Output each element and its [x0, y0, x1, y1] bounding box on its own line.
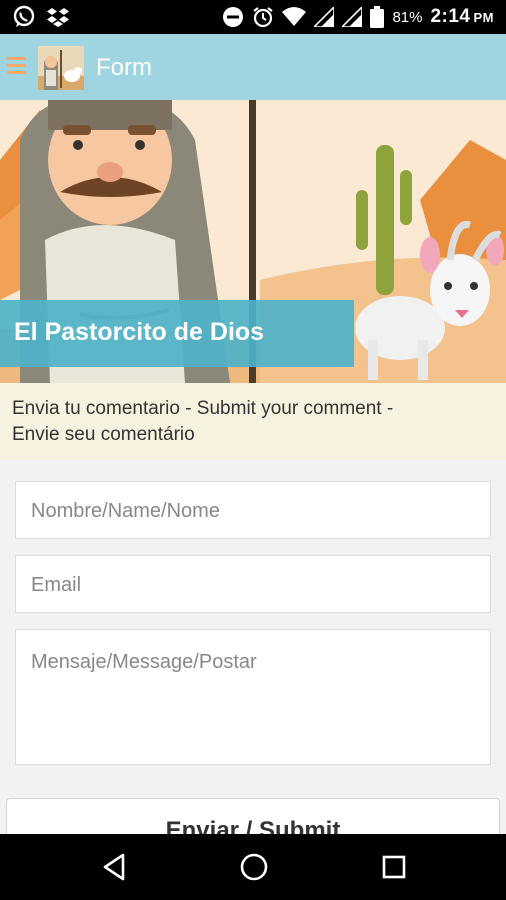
home-icon[interactable]: [239, 852, 269, 882]
intro-text: Envia tu comentario - Submit your commen…: [0, 383, 506, 460]
signal-icon: [314, 7, 335, 27]
name-placeholder: Nombre/Name/Nome: [31, 500, 220, 522]
intro-text-line2: Envie seu comentário: [12, 424, 195, 445]
name-field[interactable]: Nombre/Name/Nome: [15, 481, 491, 539]
message-placeholder: Mensaje/Message/Postar: [31, 651, 257, 673]
message-field[interactable]: Mensaje/Message/Postar: [15, 629, 491, 765]
hamburger-menu-icon[interactable]: [7, 57, 26, 75]
clock: 2:14 PM: [430, 6, 494, 28]
whatsapp-icon: [13, 5, 35, 27]
comment-form: Nombre/Name/Nome Email Mensaje/Message/P…: [0, 460, 506, 848]
back-icon[interactable]: [101, 852, 127, 882]
clock-suffix: PM: [473, 10, 494, 25]
email-placeholder: Email: [31, 574, 82, 596]
signal-icon: [342, 7, 363, 27]
hero-banner: El Pastorcito de Dios: [0, 300, 354, 367]
status-bar: 81% 2:14 PM: [0, 0, 506, 34]
shepherd-logo-icon[interactable]: [38, 46, 84, 90]
clock-time: 2:14: [430, 6, 471, 27]
battery-icon: [370, 6, 385, 28]
wifi-icon: [282, 7, 307, 26]
intro-text-line1: Envia tu comentario - Submit your commen…: [12, 398, 394, 419]
battery-percent: 81%: [392, 8, 423, 26]
app-bar: Form: [0, 34, 506, 100]
status-bar-system: 81% 2:14 PM: [222, 6, 494, 28]
recents-icon[interactable]: [381, 852, 407, 882]
do-not-disturb-icon: [223, 7, 244, 27]
email-field[interactable]: Email: [15, 555, 491, 613]
alarm-icon: [253, 7, 274, 28]
app-bar-title: Form: [96, 54, 152, 81]
hero-banner-title: El Pastorcito de Dios: [14, 318, 265, 346]
dropbox-icon: [47, 8, 69, 27]
status-bar-notifications: [12, 5, 70, 29]
hero-image: El Pastorcito de Dios: [0, 100, 506, 383]
navigation-bar: [0, 834, 506, 900]
